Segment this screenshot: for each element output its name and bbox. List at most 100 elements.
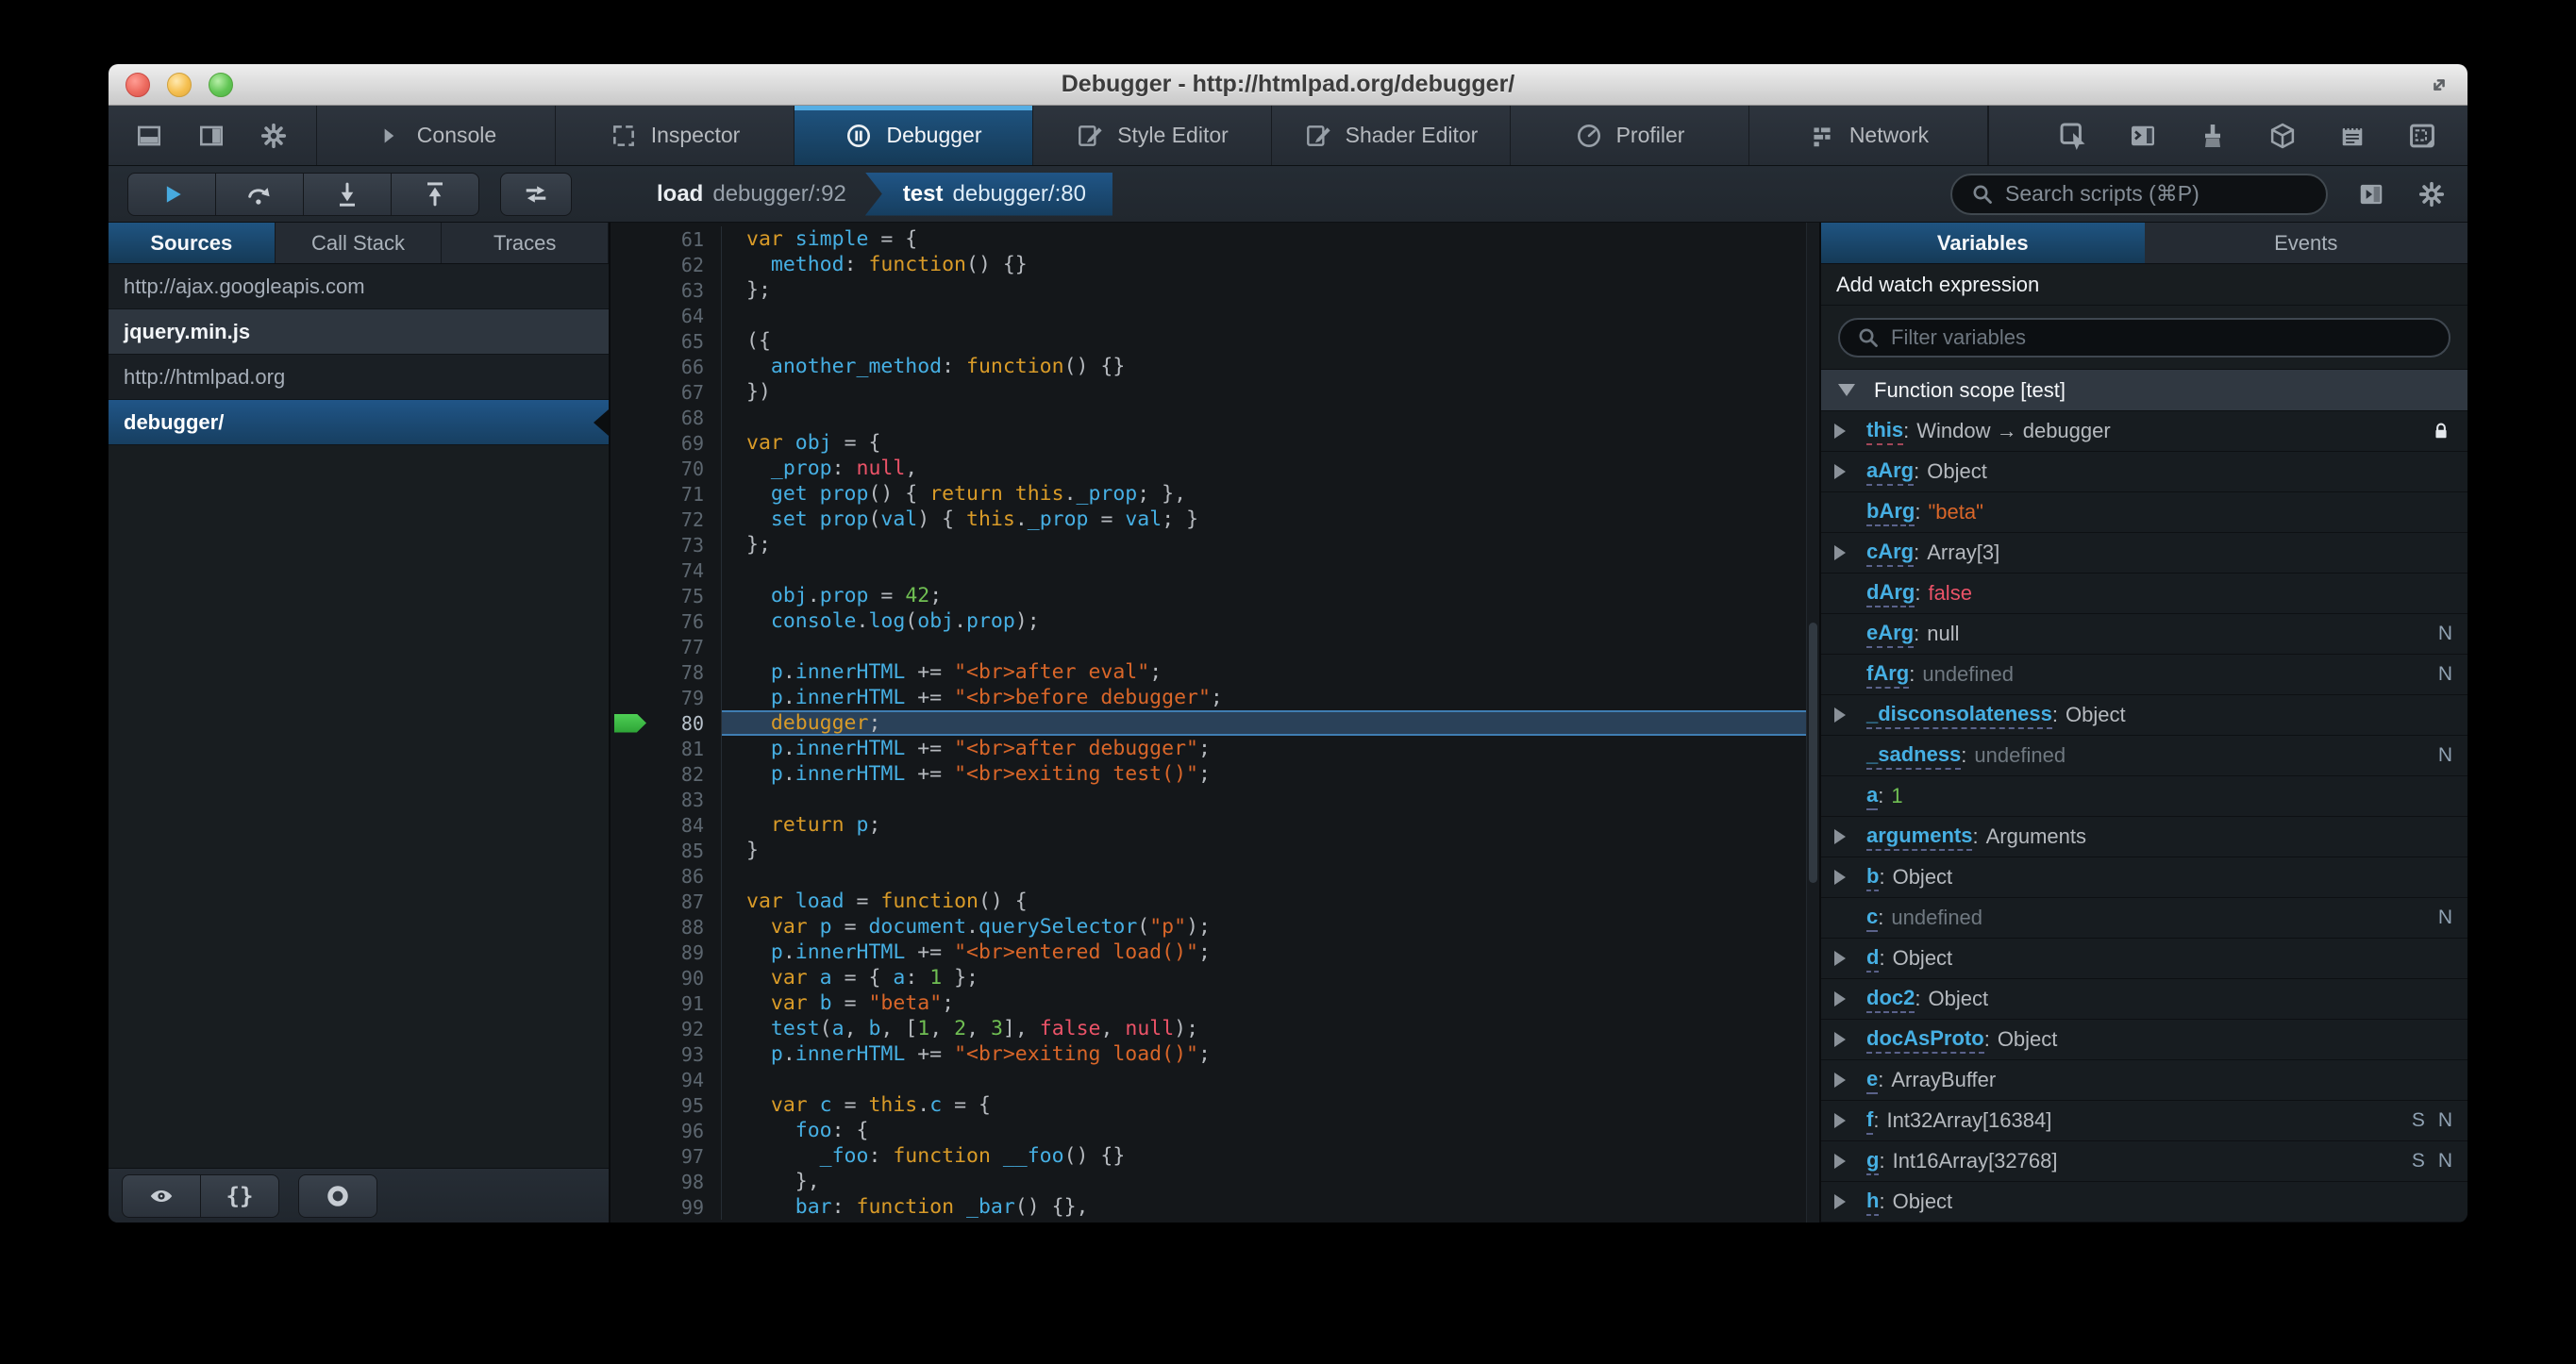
editor-scrollbar[interactable] xyxy=(1806,223,1819,1223)
sidebar-tab-call-stack[interactable]: Call Stack xyxy=(276,223,443,263)
variable-row-h[interactable]: h: Object xyxy=(1821,1182,2467,1223)
line-gutter-75[interactable]: 75 xyxy=(611,583,722,608)
tab-console[interactable]: Console xyxy=(317,106,556,165)
tab-shader-editor[interactable]: Shader Editor xyxy=(1272,106,1511,165)
expand-arrow-icon[interactable] xyxy=(1834,1032,1846,1047)
breadcrumb-frame-load[interactable]: load debugger/:92 xyxy=(632,181,871,208)
source-item-debugger[interactable]: debugger/ xyxy=(109,400,609,445)
close-button[interactable] xyxy=(125,72,150,97)
line-gutter-77[interactable]: 77 xyxy=(611,634,722,659)
source-item-http-htmlpad-org[interactable]: http://htmlpad.org xyxy=(109,355,609,400)
line-gutter-87[interactable]: 87 xyxy=(611,889,722,914)
line-gutter-63[interactable]: 63 xyxy=(611,277,722,303)
variable-row-e[interactable]: e: ArrayBuffer xyxy=(1821,1060,2467,1101)
line-gutter-84[interactable]: 84 xyxy=(611,812,722,838)
expand-arrow-icon[interactable] xyxy=(1834,1073,1846,1088)
titlebar[interactable]: Debugger - http://htmlpad.org/debugger/ xyxy=(109,64,2467,106)
zoom-button[interactable] xyxy=(209,72,233,97)
panel-tab-variables[interactable]: Variables xyxy=(1821,223,2145,263)
line-gutter-93[interactable]: 93 xyxy=(611,1041,722,1067)
line-gutter-99[interactable]: 99 xyxy=(611,1194,722,1220)
tab-network[interactable]: Network xyxy=(1749,106,1988,165)
scope-header[interactable]: Function scope [test] xyxy=(1821,370,2467,411)
toggle-panes-button[interactable] xyxy=(500,172,572,216)
variable-row-farg[interactable]: fArg: undefined N xyxy=(1821,655,2467,695)
source-item-http-ajax-googleapis-com[interactable]: http://ajax.googleapis.com xyxy=(109,264,609,309)
minimize-button[interactable] xyxy=(167,72,192,97)
sidebar-tab-sources[interactable]: Sources xyxy=(109,223,276,263)
variable-row-c[interactable]: c: undefined N xyxy=(1821,898,2467,939)
line-gutter-61[interactable]: 61 xyxy=(611,226,722,252)
expand-arrow-icon[interactable] xyxy=(1834,1154,1846,1169)
line-gutter-74[interactable]: 74 xyxy=(611,557,722,583)
line-gutter-64[interactable]: 64 xyxy=(611,303,722,328)
line-gutter-88[interactable]: 88 xyxy=(611,914,722,940)
debugger-settings-gear-icon[interactable] xyxy=(2415,180,2449,208)
line-gutter-97[interactable]: 97 xyxy=(611,1143,722,1169)
dock-side-button[interactable] xyxy=(184,113,239,158)
step-over-button[interactable] xyxy=(215,172,304,216)
blackbox-sources-button[interactable] xyxy=(122,1173,201,1218)
add-watch-expression[interactable]: Add watch expression xyxy=(1821,264,2467,306)
expand-arrow-icon[interactable] xyxy=(1834,829,1846,844)
line-gutter-68[interactable]: 68 xyxy=(611,405,722,430)
line-gutter-82[interactable]: 82 xyxy=(611,761,722,787)
variable-row-sadness[interactable]: _sadness: undefined N xyxy=(1821,736,2467,776)
variable-row-aarg[interactable]: aArg: Object xyxy=(1821,452,2467,492)
variable-row-this[interactable]: this: Window → debugger xyxy=(1821,411,2467,452)
paintbrush-button[interactable] xyxy=(2192,113,2233,158)
line-gutter-83[interactable]: 83 xyxy=(611,787,722,812)
expand-arrow-icon[interactable] xyxy=(1834,545,1846,560)
line-gutter-89[interactable]: 89 xyxy=(611,940,722,965)
line-gutter-79[interactable]: 79 xyxy=(611,685,722,710)
line-gutter-85[interactable]: 85 xyxy=(611,838,722,863)
pretty-print-button[interactable]: {} xyxy=(200,1173,279,1218)
tab-profiler[interactable]: Profiler xyxy=(1511,106,1749,165)
line-gutter-66[interactable]: 66 xyxy=(611,354,722,379)
dock-bottom-button[interactable] xyxy=(122,113,176,158)
panel-tab-events[interactable]: Events xyxy=(2145,223,2468,263)
expand-arrow-icon[interactable] xyxy=(1834,991,1846,1006)
line-gutter-71[interactable]: 71 xyxy=(611,481,722,507)
responsive-mode-button[interactable] xyxy=(2401,113,2443,158)
editor-scrollbar-thumb[interactable] xyxy=(1809,623,1817,883)
tab-inspector[interactable]: Inspector xyxy=(556,106,795,165)
line-gutter-94[interactable]: 94 xyxy=(611,1067,722,1092)
variable-row-carg[interactable]: cArg: Array[3] xyxy=(1821,533,2467,574)
line-gutter-86[interactable]: 86 xyxy=(611,863,722,889)
variable-row-doc2[interactable]: doc2: Object xyxy=(1821,979,2467,1020)
line-gutter-72[interactable]: 72 xyxy=(611,507,722,532)
line-gutter-81[interactable]: 81 xyxy=(611,736,722,761)
scratchpad-button[interactable] xyxy=(2332,113,2373,158)
line-gutter-69[interactable]: 69 xyxy=(611,430,722,456)
expand-arrow-icon[interactable] xyxy=(1834,707,1846,723)
search-scripts-input[interactable] xyxy=(2005,181,2309,207)
settings-gear-button[interactable] xyxy=(246,113,301,158)
line-gutter-73[interactable]: 73 xyxy=(611,532,722,557)
variable-row-docasproto[interactable]: docAsProto: Object xyxy=(1821,1020,2467,1060)
collapse-scope-icon[interactable] xyxy=(1838,384,1855,396)
line-gutter-91[interactable]: 91 xyxy=(611,990,722,1016)
variable-row-arguments[interactable]: arguments: Arguments xyxy=(1821,817,2467,857)
variable-row-darg[interactable]: dArg: false xyxy=(1821,574,2467,614)
variable-row-b[interactable]: b: Object xyxy=(1821,857,2467,898)
step-out-button[interactable] xyxy=(391,172,479,216)
step-in-button[interactable] xyxy=(303,172,392,216)
tab-style-editor[interactable]: Style Editor xyxy=(1033,106,1272,165)
line-gutter-65[interactable]: 65 xyxy=(611,328,722,354)
expand-arrow-icon[interactable] xyxy=(1834,1113,1846,1128)
split-console-button[interactable] xyxy=(2122,113,2164,158)
breadcrumb-frame-test[interactable]: test debugger/:80 xyxy=(864,172,1112,216)
pick-element-button[interactable] xyxy=(2052,113,2094,158)
expand-arrow-icon[interactable] xyxy=(1834,424,1846,439)
expand-arrow-icon[interactable] xyxy=(1834,951,1846,966)
variable-row-barg[interactable]: bArg: "beta" xyxy=(1821,492,2467,533)
line-gutter-92[interactable]: 92 xyxy=(611,1016,722,1041)
line-gutter-90[interactable]: 90 xyxy=(611,965,722,990)
resume-button[interactable] xyxy=(127,172,216,216)
source-item-jquery-min-js[interactable]: jquery.min.js xyxy=(109,309,609,355)
expand-arrow-icon[interactable] xyxy=(1834,1194,1846,1209)
variable-row-g[interactable]: g: Int16Array[32768] S N xyxy=(1821,1141,2467,1182)
line-gutter-80[interactable]: 80 xyxy=(611,710,722,736)
line-gutter-96[interactable]: 96 xyxy=(611,1118,722,1143)
